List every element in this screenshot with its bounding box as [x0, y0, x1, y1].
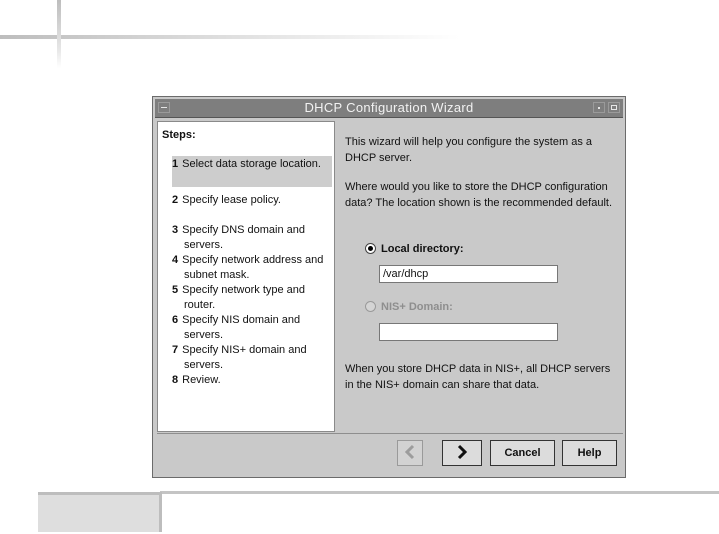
cancel-button[interactable]: Cancel	[490, 440, 555, 466]
step-item-1[interactable]: 1 Select data storage location.	[172, 156, 332, 187]
decorative-bottom-rule	[160, 491, 719, 494]
title-bar[interactable]: DHCP Configuration Wizard	[155, 99, 623, 118]
step-item-4[interactable]: 4 Specify network address and subnet mask…	[172, 253, 330, 283]
step-label-continued: router.	[184, 299, 216, 311]
maximize-icon[interactable]	[608, 102, 620, 113]
step-label: Specify NIS domain and	[182, 314, 301, 326]
step-number: 1	[172, 158, 179, 170]
window-menu-icon[interactable]	[158, 102, 170, 113]
step-label: Specify lease policy.	[182, 194, 281, 206]
decorative-vertical-rule	[57, 0, 61, 68]
next-button[interactable]	[442, 440, 482, 466]
minimize-icon[interactable]	[593, 102, 605, 113]
step-item-7[interactable]: 7 Specify NIS+ domain and servers.	[172, 343, 330, 373]
local-directory-label: Local directory:	[381, 243, 464, 255]
step-item-5[interactable]: 5 Specify network type and router.	[172, 283, 330, 313]
chevron-right-icon	[456, 444, 468, 463]
step-label: Specify NIS+ domain and	[182, 344, 307, 356]
step-label: Specify network address and	[182, 254, 324, 266]
dhcp-wizard-window: DHCP Configuration Wizard Steps: 1 Select…	[152, 96, 626, 478]
steps-panel: Steps: 1 Select data storage location. 2S…	[157, 121, 335, 432]
step-number: 5	[172, 284, 179, 296]
step-number: 6	[172, 314, 179, 326]
nis-domain-label: NIS+ Domain:	[381, 301, 453, 313]
step-label: Specify network type and	[182, 284, 306, 296]
help-button[interactable]: Help	[562, 440, 617, 466]
nis-domain-radio	[365, 301, 376, 312]
step-label: Specify DNS domain and	[182, 224, 306, 236]
decorative-top-rule	[0, 35, 460, 39]
step-number: 7	[172, 344, 179, 356]
local-directory-radio[interactable]	[365, 243, 376, 254]
nis-note-text: When you store DHCP data in NIS+, all DH…	[345, 363, 611, 391]
step-label-continued: servers.	[184, 239, 224, 251]
content-panel: This wizard will help you configure the …	[339, 121, 622, 432]
intro-text: This wizard will help you configure the …	[345, 136, 592, 164]
step-item-3[interactable]: 3 Specify DNS domain and servers.	[172, 223, 330, 253]
back-button	[397, 440, 423, 466]
chevron-left-icon	[404, 444, 416, 463]
step-number: 3	[172, 224, 179, 236]
step-item-6[interactable]: 6 Specify NIS domain and servers.	[172, 313, 330, 343]
window-title: DHCP Configuration Wizard	[304, 100, 474, 115]
step-label: Review.	[182, 374, 221, 386]
step-label-continued: servers.	[184, 329, 224, 341]
step-label-continued: servers.	[184, 359, 224, 371]
step-label: Select data storage location.	[182, 158, 321, 170]
steps-heading: Steps:	[162, 129, 196, 141]
local-directory-field[interactable]	[379, 265, 558, 283]
step-number: 4	[172, 254, 179, 266]
decorative-corner-box	[38, 492, 162, 532]
nis-domain-field	[379, 323, 558, 341]
button-bar: Cancel Help	[157, 433, 623, 474]
step-label-continued: subnet mask.	[184, 269, 250, 281]
question-text: Where would you like to store the DHCP c…	[345, 181, 613, 209]
step-item-2[interactable]: 2 Specify lease policy.	[172, 193, 330, 208]
step-item-8[interactable]: 8 Review.	[172, 373, 330, 388]
step-number: 2	[172, 194, 179, 206]
step-number: 8	[172, 374, 179, 386]
